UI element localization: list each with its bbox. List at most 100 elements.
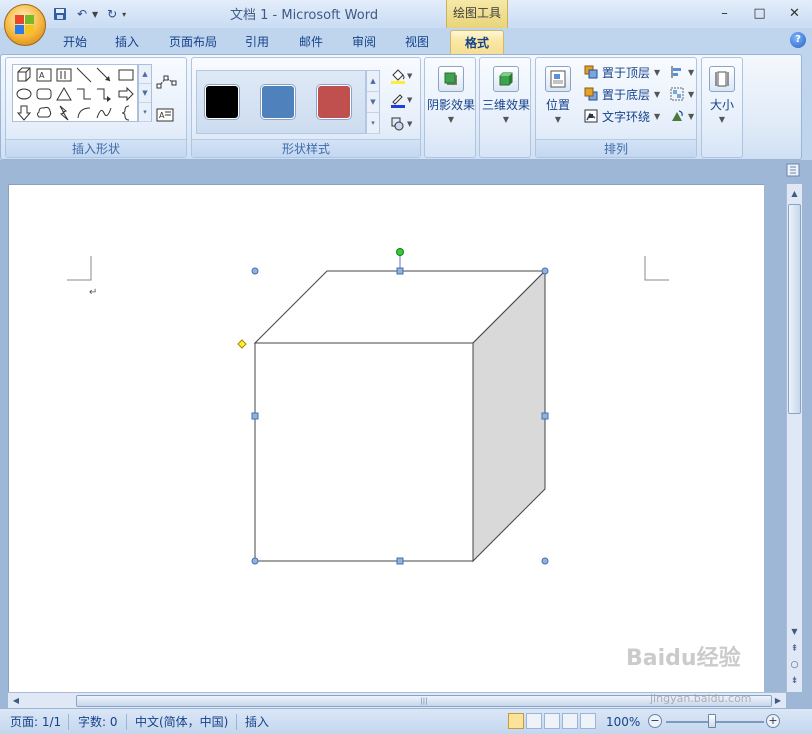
shape-style-blue[interactable] (261, 85, 295, 119)
shadow-effects-label: 阴影效果 (426, 98, 475, 112)
shape-outline-button[interactable]: ▼ (388, 90, 414, 110)
position-dropdown-icon: ▼ (554, 115, 562, 124)
title-bar: ↶ ▼ ↻ ▾ 文档 1 - Microsoft Word 绘图工具 – □ ✕ (0, 0, 812, 28)
shape-style-red[interactable] (317, 85, 351, 119)
group-button[interactable]: ▼ (670, 84, 694, 104)
position-button[interactable]: 位置 ▼ (536, 60, 580, 138)
tab-mailings[interactable]: 邮件 (290, 30, 332, 54)
gallery-up-icon[interactable]: ▲ (139, 65, 151, 84)
threed-effects-icon (493, 66, 519, 92)
undo-icon[interactable]: ↶ (74, 6, 90, 22)
next-page-icon[interactable]: ⇟ (787, 674, 802, 688)
resize-handle-top[interactable] (396, 267, 404, 275)
triangle-shape-icon[interactable] (55, 85, 73, 103)
save-icon[interactable] (52, 6, 68, 22)
insert-mode-indicator[interactable]: 插入 (245, 713, 269, 731)
curve-shape-icon[interactable] (95, 104, 113, 122)
vertical-scrollbar[interactable]: ▲ ▼ ⇞ ○ ⇟ (786, 184, 802, 692)
tab-insert[interactable]: 插入 (106, 30, 148, 54)
line-shape-icon[interactable] (75, 66, 93, 84)
edit-shape-icon[interactable] (156, 74, 178, 90)
cloud-callout-shape-icon[interactable] (35, 104, 53, 122)
size-button[interactable]: 大小 ▼ (702, 60, 742, 138)
down-arrow-shape-icon[interactable] (15, 104, 33, 122)
full-screen-reading-view-button[interactable] (526, 713, 542, 729)
bring-to-front-button[interactable]: 置于顶层 ▼ (584, 62, 660, 82)
print-layout-view-button[interactable] (508, 713, 524, 729)
rectangle-shape-icon[interactable] (117, 66, 135, 84)
change-shape-button[interactable]: ▼ (388, 114, 414, 134)
lightning-shape-icon[interactable] (55, 104, 73, 122)
cube-shape-icon[interactable] (15, 66, 33, 84)
style-gallery-more-icon[interactable]: ▾ (367, 113, 379, 134)
redo-icon[interactable]: ↻ (104, 6, 120, 22)
position-icon (545, 66, 571, 92)
text-wrap-button[interactable]: 文字环绕 ▼ (584, 106, 660, 126)
arrow-line-shape-icon[interactable] (95, 66, 113, 84)
resize-handle-right[interactable] (541, 412, 549, 420)
tab-page-layout[interactable]: 页面布局 (162, 30, 224, 54)
browse-object-icon[interactable]: ○ (787, 658, 802, 672)
adjustment-handle[interactable] (237, 339, 247, 349)
draw-textbox-icon[interactable]: A (156, 108, 174, 122)
tab-format[interactable]: 格式 (450, 30, 504, 54)
maximize-button[interactable]: □ (742, 2, 777, 24)
ruler-toggle-icon[interactable] (784, 162, 802, 184)
tab-references[interactable]: 引用 (236, 30, 278, 54)
cube-shape[interactable] (253, 269, 547, 563)
right-arrow-shape-icon[interactable] (117, 85, 135, 103)
undo-dropdown-icon[interactable]: ▼ (92, 10, 98, 19)
oval-shape-icon[interactable] (15, 85, 33, 103)
draft-view-button[interactable] (580, 713, 596, 729)
shape-fill-button[interactable]: ▼ (388, 66, 414, 86)
office-button[interactable] (4, 4, 46, 46)
arc-shape-icon[interactable] (75, 104, 93, 122)
outline-view-button[interactable] (562, 713, 578, 729)
tab-home[interactable]: 开始 (54, 30, 96, 54)
shape-style-black[interactable] (205, 85, 239, 119)
previous-page-icon[interactable]: ⇞ (787, 642, 802, 656)
resize-handle-bottom[interactable] (396, 557, 404, 565)
scroll-right-icon[interactable]: ▶ (770, 693, 786, 708)
help-icon[interactable]: ? (790, 32, 806, 48)
textbox-shape-icon[interactable]: A (35, 66, 53, 84)
gallery-down-icon[interactable]: ▼ (139, 84, 151, 103)
customize-qat-icon[interactable]: ▾ (122, 10, 126, 19)
threed-effects-button[interactable]: 三维效果 ▼ (480, 60, 532, 138)
send-to-back-button[interactable]: 置于底层 ▼ (584, 84, 660, 104)
resize-handle-left[interactable] (251, 412, 259, 420)
word-count[interactable]: 字数: 0 (78, 713, 118, 731)
style-gallery-down-icon[interactable]: ▼ (367, 92, 379, 113)
close-button[interactable]: ✕ (777, 2, 812, 24)
zoom-slider-thumb[interactable] (708, 714, 716, 728)
rounded-rectangle-shape-icon[interactable] (35, 85, 53, 103)
style-gallery-up-icon[interactable]: ▲ (367, 71, 379, 92)
align-button[interactable]: ▼ (670, 62, 694, 82)
minimize-button[interactable]: – (707, 2, 742, 24)
rotation-handle[interactable] (396, 248, 404, 256)
shadow-effects-button[interactable]: 阴影效果 ▼ (425, 60, 477, 138)
scroll-up-icon[interactable]: ▲ (787, 186, 802, 202)
gallery-more-icon[interactable]: ▾ (139, 103, 151, 122)
web-layout-view-button[interactable] (544, 713, 560, 729)
elbow-connector-shape-icon[interactable] (75, 85, 93, 103)
page-count[interactable]: 页面: 1/1 (10, 713, 61, 731)
resize-handle-top-left[interactable] (251, 267, 259, 275)
zoom-out-icon[interactable]: − (648, 714, 662, 728)
vertical-scroll-thumb[interactable] (788, 204, 801, 414)
tab-view[interactable]: 视图 (396, 30, 438, 54)
resize-handle-bottom-right[interactable] (541, 557, 549, 565)
tab-review[interactable]: 审阅 (343, 30, 385, 54)
rotate-button[interactable]: ▼ (670, 106, 694, 126)
scroll-left-icon[interactable]: ◀ (8, 693, 24, 708)
brace-shape-icon[interactable] (117, 104, 135, 122)
resize-handle-top-right[interactable] (541, 267, 549, 275)
language-indicator[interactable]: 中文(简体，中国) (135, 713, 228, 731)
resize-handle-bottom-left[interactable] (251, 557, 259, 565)
zoom-in-icon[interactable]: + (766, 714, 780, 728)
elbow-arrow-connector-shape-icon[interactable] (95, 85, 113, 103)
zoom-level[interactable]: 100% (606, 713, 640, 731)
vertical-textbox-shape-icon[interactable] (55, 66, 73, 84)
document-page[interactable]: ↵ (8, 184, 764, 692)
scroll-down-icon[interactable]: ▼ (787, 624, 802, 640)
